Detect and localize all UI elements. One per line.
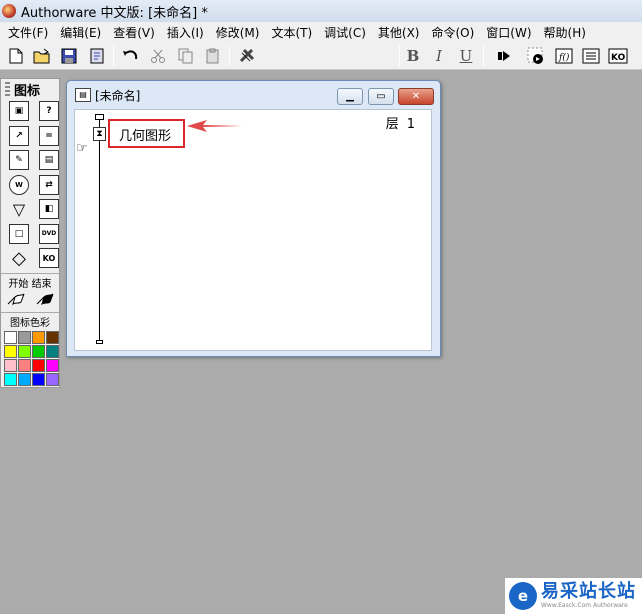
menu-view[interactable]: 查看(V) <box>107 24 161 41</box>
bold-button[interactable]: B <box>403 46 423 66</box>
display-icon[interactable]: ▣ <box>6 99 32 124</box>
menu-file[interactable]: 文件(F) <box>2 24 54 41</box>
menu-debug[interactable]: 调试(C) <box>318 24 372 41</box>
framework-icon[interactable]: □ <box>6 222 32 247</box>
app-titlebar: Authorware 中文版: [未命名] * <box>0 0 642 22</box>
sound-icon[interactable]: ◧ <box>36 197 62 222</box>
svg-text:KO: KO <box>611 53 626 63</box>
navigate-icon[interactable]: ▽ <box>6 197 32 222</box>
functions-icon[interactable]: f() <box>554 46 574 66</box>
menu-edit[interactable]: 编辑(E) <box>54 24 107 41</box>
menu-help[interactable]: 帮助(H) <box>538 24 592 41</box>
digital-movie-icon[interactable]: ⇄ <box>36 173 62 198</box>
close-icon: ✕ <box>411 91 421 102</box>
start-flag-icon[interactable] <box>7 291 25 309</box>
menu-modify[interactable]: 修改(M) <box>210 24 266 41</box>
palette-grip[interactable] <box>5 82 10 96</box>
dvd-icon[interactable]: DVD <box>36 222 62 247</box>
annotation-arrow-icon <box>187 120 243 132</box>
menu-insert[interactable]: 插入(I) <box>161 24 210 41</box>
minimize-button[interactable]: ▁ <box>337 88 363 105</box>
color-swatch[interactable] <box>4 344 17 358</box>
menu-commands[interactable]: 命令(O) <box>425 24 480 41</box>
svg-text:f(): f() <box>558 52 570 63</box>
icon-palette: 图标 ▣ ? ↗ = ✎ ▤ W ⇄ ▽ ◧ □ DVD ◇ KO 开始 结束 … <box>0 78 60 388</box>
end-flag-icon[interactable] <box>36 291 54 309</box>
flowline <box>99 120 100 343</box>
color-swatch[interactable] <box>4 358 17 372</box>
motion-icon[interactable]: ↗ <box>6 124 32 149</box>
icon-color-label: 图标色彩 <box>1 311 59 329</box>
italic-button[interactable]: I <box>429 46 449 66</box>
maximize-button[interactable]: ▭ <box>368 88 394 105</box>
color-swatches <box>1 329 59 388</box>
save-all-icon[interactable] <box>59 46 79 66</box>
layer-indicator: 层1 <box>378 113 415 132</box>
wait-icon[interactable]: W <box>6 173 32 198</box>
new-file-icon[interactable] <box>6 46 26 66</box>
decision-icon[interactable]: ◇ <box>6 246 32 271</box>
color-swatch[interactable] <box>4 330 17 344</box>
color-swatch[interactable] <box>18 372 31 386</box>
color-swatch[interactable] <box>18 330 31 344</box>
watermark-url: Www.Easck.Com Authorware <box>541 602 628 609</box>
undo-icon[interactable] <box>120 46 140 66</box>
watermark-logo-icon: e <box>509 582 537 610</box>
run-icon[interactable] <box>494 46 514 66</box>
calculation-icon[interactable]: = <box>36 124 62 149</box>
app-title: Authorware 中文版: [未命名] * <box>21 5 208 21</box>
watermark: e 易采站长站 Www.Easck.Com Authorware <box>505 578 642 614</box>
annotation-highlight-box: 几何图形 <box>108 119 185 148</box>
color-swatch[interactable] <box>46 344 59 358</box>
flowline-canvas[interactable]: 层1 ⧗ ☞ 几何图形 <box>74 109 432 351</box>
knowledge-objects-icon[interactable]: KO <box>608 46 628 66</box>
color-swatch[interactable] <box>46 358 59 372</box>
variables-icon[interactable] <box>581 46 601 66</box>
paste-icon[interactable] <box>203 46 223 66</box>
menu-window[interactable]: 窗口(W) <box>480 24 537 41</box>
open-folder-icon[interactable] <box>32 46 52 66</box>
authorware-logo-icon <box>2 4 16 18</box>
map-icon: ▤ <box>75 88 91 102</box>
toolbar: ▼ B I U f() KO <box>0 42 642 108</box>
menu-other[interactable]: 其他(X) <box>372 24 426 41</box>
find-icon[interactable] <box>237 46 257 66</box>
color-swatch[interactable] <box>32 344 45 358</box>
display-icon[interactable]: ⧗ <box>93 127 106 141</box>
flowline-end-marker <box>96 340 103 344</box>
map-icon[interactable]: ▤ <box>36 148 62 173</box>
paste-hand-icon: ☞ <box>76 141 88 156</box>
cut-icon[interactable] <box>148 46 168 66</box>
minimize-icon: ▁ <box>346 91 354 102</box>
color-swatch[interactable] <box>32 372 45 386</box>
start-end-label: 开始 结束 <box>1 272 59 290</box>
underline-button[interactable]: U <box>456 46 476 66</box>
layer-label: 层 <box>385 117 399 132</box>
color-swatch[interactable] <box>18 344 31 358</box>
erase-icon[interactable]: ✎ <box>6 148 32 173</box>
copy-icon[interactable] <box>176 46 196 66</box>
color-swatch[interactable] <box>46 372 59 386</box>
interaction-icon[interactable]: ? <box>36 99 62 124</box>
maximize-icon: ▭ <box>376 91 386 102</box>
icon-title[interactable]: 几何图形 <box>119 125 171 144</box>
design-window-title: [未命名] <box>95 88 141 103</box>
palette-title: 图标 <box>14 83 41 99</box>
close-button[interactable]: ✕ <box>398 88 434 105</box>
watermark-name: 易采站长站 <box>541 581 636 602</box>
color-swatch[interactable] <box>32 330 45 344</box>
menubar: 文件(F) 编辑(E) 查看(V) 插入(I) 修改(M) 文本(T) 调试(C… <box>0 22 642 42</box>
menu-text[interactable]: 文本(T) <box>265 24 318 41</box>
color-swatch[interactable] <box>32 358 45 372</box>
color-swatch[interactable] <box>18 358 31 372</box>
color-swatch[interactable] <box>46 330 59 344</box>
import-icon[interactable] <box>87 46 107 66</box>
layer-value: 1 <box>406 117 415 132</box>
color-swatch[interactable] <box>4 372 17 386</box>
control-panel-icon[interactable] <box>526 46 546 66</box>
knowledge-object-icon[interactable]: KO <box>36 246 62 271</box>
design-window: ▤ [未命名] ▁ ▭ ✕ 层1 ⧗ ☞ 几何图形 <box>66 80 441 357</box>
